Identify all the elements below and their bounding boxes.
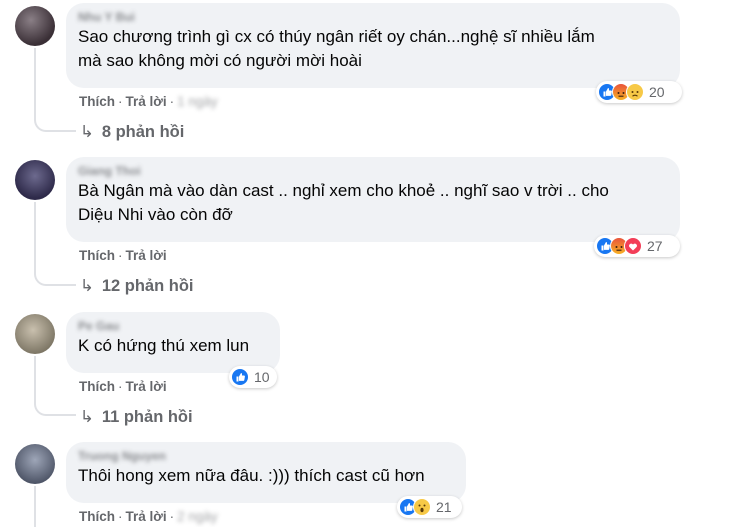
reply-link[interactable]: Trả lời xyxy=(126,94,167,109)
thread-line xyxy=(34,356,36,402)
thread-curve xyxy=(34,402,76,416)
reply-link[interactable]: Trả lời xyxy=(126,379,167,394)
thread-line xyxy=(34,486,36,527)
replies-count-label: 8 phản hồi xyxy=(101,123,185,141)
reply-arrow-icon: ↳ xyxy=(80,408,94,426)
comment-author[interactable]: Giang Thoi xyxy=(78,163,668,179)
like-link[interactable]: Thích xyxy=(79,248,115,263)
comment-bubble: Giang Thoi Bà Ngân mà vào dàn cast .. ng… xyxy=(66,157,680,242)
reply-link[interactable]: Trả lời xyxy=(126,248,167,263)
reply-link[interactable]: Trả lời xyxy=(126,509,167,524)
reaction-count: 20 xyxy=(649,84,665,100)
comment-bubble: Nhu Y Bui Sao chương trình gì cx có thúy… xyxy=(66,3,680,88)
comment-actions: Thích · Trả lời xyxy=(79,248,167,263)
comment-bubble: Pe Gau K có hứng thú xem lun xyxy=(66,312,280,373)
comment-text-line: Thôi hong xem nữa đâu. :))) thích cast c… xyxy=(78,466,425,485)
reaction-summary[interactable]: 10 xyxy=(229,366,277,388)
like-link[interactable]: Thích xyxy=(79,509,115,524)
like-link[interactable]: Thích xyxy=(79,379,115,394)
reaction-count: 21 xyxy=(436,499,452,515)
comment-author[interactable]: Truong Nguyen xyxy=(78,448,454,464)
comment-text-line: K có hứng thú xem lun xyxy=(78,336,250,355)
comment-text-line: Diệu Nhi vào còn đỡ xyxy=(78,205,233,224)
reaction-count: 27 xyxy=(647,238,663,254)
reaction-summary[interactable]: 27 xyxy=(594,235,680,257)
view-replies-link[interactable]: ↳ 11 phản hồi xyxy=(80,406,193,428)
love-reaction-icon xyxy=(624,237,642,255)
reaction-count: 10 xyxy=(254,369,270,385)
avatar[interactable] xyxy=(15,160,55,200)
thread-line xyxy=(34,48,36,118)
sad-reaction-icon xyxy=(626,83,644,101)
reaction-summary[interactable]: 20 xyxy=(596,81,682,103)
comment-timestamp[interactable]: 2 ngày xyxy=(177,509,218,524)
thread-curve xyxy=(34,272,76,286)
comment-author[interactable]: Pe Gau xyxy=(78,318,268,334)
avatar[interactable] xyxy=(15,6,55,46)
wow-reaction-icon xyxy=(413,498,431,516)
reaction-summary[interactable]: 21 xyxy=(397,496,462,518)
comment-author[interactable]: Nhu Y Bui xyxy=(78,9,668,25)
thread-curve xyxy=(34,118,76,132)
reply-arrow-icon: ↳ xyxy=(80,123,94,141)
like-reaction-icon xyxy=(231,368,249,386)
replies-count-label: 12 phản hồi xyxy=(101,277,194,295)
comment-actions: Thích · Trả lời · 2 ngày xyxy=(79,509,218,524)
comment-text-line: mà sao không mời có người mời hoài xyxy=(78,51,362,70)
comment-timestamp[interactable]: 1 ngày xyxy=(177,94,218,109)
like-link[interactable]: Thích xyxy=(79,94,115,109)
view-replies-link[interactable]: ↳ 8 phản hồi xyxy=(80,121,184,143)
comment-bubble: Truong Nguyen Thôi hong xem nữa đâu. :))… xyxy=(66,442,466,503)
view-replies-link[interactable]: ↳ 12 phản hồi xyxy=(80,275,194,297)
avatar[interactable] xyxy=(15,444,55,484)
replies-count-label: 11 phản hồi xyxy=(101,408,193,426)
reply-arrow-icon: ↳ xyxy=(80,277,94,295)
comment-actions: Thích · Trả lời xyxy=(79,379,167,394)
thread-line xyxy=(34,202,36,272)
avatar[interactable] xyxy=(15,314,55,354)
comment-text-line: Sao chương trình gì cx có thúy ngân riết… xyxy=(78,27,595,46)
comment-actions: Thích · Trả lời · 1 ngày xyxy=(79,94,218,109)
comment-text-line: Bà Ngân mà vào dàn cast .. nghỉ xem cho … xyxy=(78,181,609,200)
